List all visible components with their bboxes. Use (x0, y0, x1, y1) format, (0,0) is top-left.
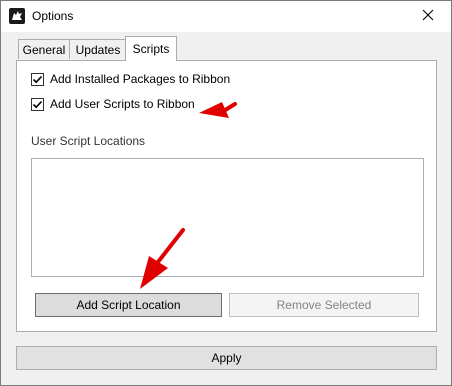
tab-general[interactable]: General (18, 39, 70, 59)
installed-packages-checkbox[interactable] (31, 72, 44, 86)
user-scripts-option[interactable]: Add User Scripts to Ribbon (31, 96, 195, 112)
installed-packages-label: Add Installed Packages to Ribbon (50, 72, 231, 86)
tab-scripts[interactable]: Scripts (125, 36, 177, 61)
script-locations-list[interactable] (31, 158, 424, 277)
user-scripts-checkbox[interactable] (31, 97, 44, 111)
installed-packages-option[interactable]: Add Installed Packages to Ribbon (31, 71, 230, 87)
scripts-tab-panel: Add Installed Packages to Ribbon Add Use… (16, 60, 437, 332)
title-bar: Options (1, 1, 451, 32)
rhino-icon (9, 8, 25, 24)
options-window: Options General Updates Scripts Add Inst… (0, 0, 452, 386)
window-title: Options (32, 9, 74, 23)
apply-button[interactable]: Apply (16, 346, 437, 370)
user-script-locations-label: User Script Locations (31, 134, 146, 148)
close-button[interactable] (405, 1, 451, 32)
remove-selected-button[interactable]: Remove Selected (229, 293, 419, 317)
user-scripts-label: Add User Scripts to Ribbon (50, 97, 195, 111)
add-script-location-button[interactable]: Add Script Location (35, 293, 222, 317)
close-icon (422, 9, 434, 24)
tab-updates[interactable]: Updates (69, 39, 127, 59)
